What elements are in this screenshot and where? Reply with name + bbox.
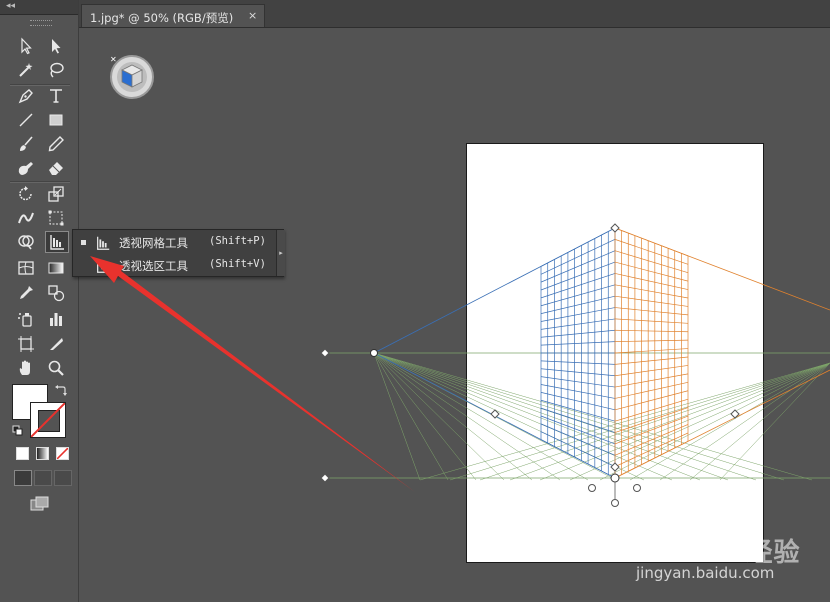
watermark: Bai du 经验 jingyan.baidu.com — [636, 508, 826, 588]
watermark-site: jingyan.baidu.com — [636, 564, 775, 582]
